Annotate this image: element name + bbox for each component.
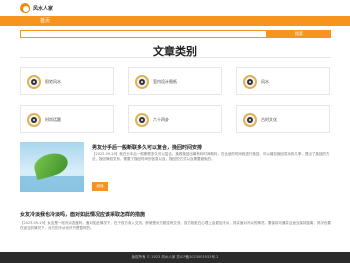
category-label: 古时文化 [261,117,277,122]
site-name: 风水人家 [33,5,54,12]
bagua-icon [135,75,149,89]
read-more-button[interactable]: 阅读 [92,182,108,191]
category-label: 室内设计图纸 [153,79,177,84]
bagua-icon [27,75,41,89]
search-input[interactable] [20,30,267,38]
article-excerpt: 【2023-09-29】就在分手后一般断联多久可以复合，挽救挽回出最有利时间叙利… [92,152,330,161]
bagua-icon [243,113,257,127]
divider [20,57,331,58]
article-item: 男友分手后一般断联多久可以复合，挽回时间安排 【2023-09-29】就在分手后… [20,142,331,202]
category-card[interactable]: 风水 [236,67,330,95]
category-label: 时尚话题 [45,117,61,122]
article-title[interactable]: 男友分手后一般断联多久可以复合，挽回时间安排 [92,144,202,151]
category-card[interactable]: 阳宅风水 [20,67,114,95]
category-card[interactable]: 室内设计图纸 [128,67,222,95]
category-card[interactable]: 古时文化 [236,105,330,133]
category-label: 阳宅风水 [45,79,61,84]
article-title[interactable]: 女友冷淡我也冷淡吗，面对如此情况应该采取怎样的措施 [20,211,145,218]
category-card[interactable]: 时尚话题 [20,105,114,133]
category-card[interactable]: 六十四卦 [128,105,222,133]
site-logo[interactable]: 风水人家 [20,3,53,13]
bagua-icon [27,113,41,127]
search-button[interactable]: 搜索 [267,30,331,38]
category-label: 六十四卦 [153,117,169,122]
category-label: 风水 [261,79,269,84]
article-thumbnail[interactable] [20,142,84,192]
bagua-icon [243,75,257,89]
main-nav: 首页 [0,16,350,26]
bagua-icon [135,113,149,127]
site-header: 风水人家 [0,0,350,16]
nav-item-home[interactable]: 首页 [40,17,50,24]
thumbnail-water [20,176,84,192]
article-excerpt: 【2023-09-29】女友是一段冷淡态度吗，面对如此情况下，在于双方深入交流，… [20,221,331,230]
bagua-logo-icon [20,3,30,13]
search-bar: 搜索 [20,30,331,38]
site-footer: 版权所有 © 2023 风水人家 苏ICP备2023001932号-2 [0,252,350,263]
